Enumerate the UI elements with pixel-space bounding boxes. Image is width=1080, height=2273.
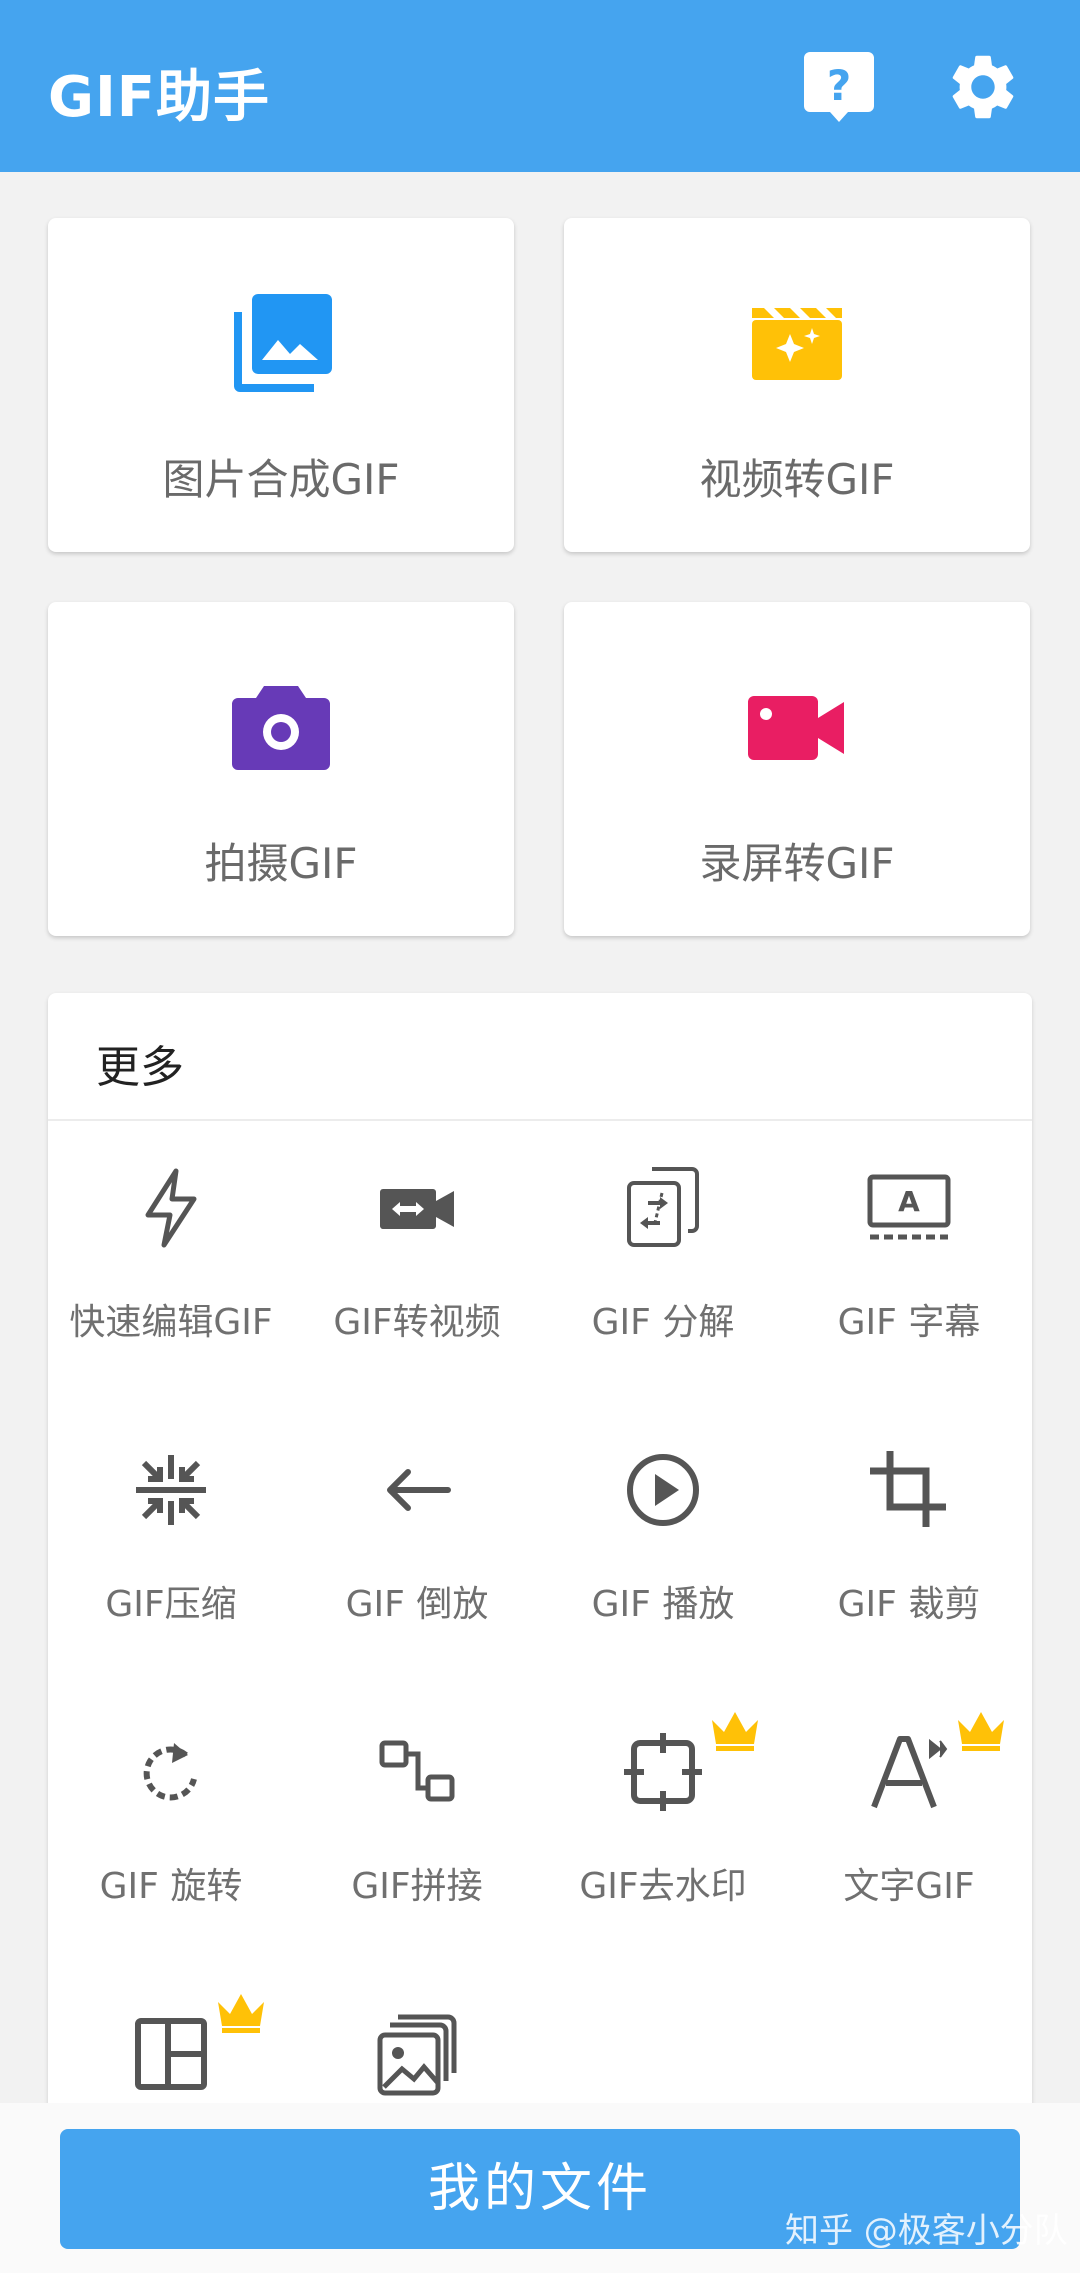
layout-icon <box>135 2018 207 2090</box>
tool-gif-crop[interactable]: GIF 裁剪 <box>786 1405 1032 1685</box>
more-panel: 更多 快速编辑GIF GIF转视频 GIF 分解 A GIF 字幕 GIF压缩 … <box>48 993 1032 2143</box>
camera-icon <box>232 686 330 770</box>
tool-label: GIF 播放 <box>591 1584 735 1625</box>
card-label: 录屏转GIF <box>699 839 895 888</box>
rotate-icon <box>143 1743 197 1801</box>
help-button[interactable]: ? <box>800 48 878 126</box>
settings-button[interactable] <box>944 48 1022 126</box>
crop-icon <box>870 1451 946 1527</box>
tool-gif-subtitles[interactable]: A GIF 字幕 <box>786 1123 1032 1403</box>
watermark-text: 知乎 @极客小分队 <box>785 2211 1068 2251</box>
tool-label: GIF 旋转 <box>99 1866 243 1907</box>
gear-icon <box>952 55 1014 119</box>
svg-text:A: A <box>898 1185 920 1218</box>
app-title: GIF助手 <box>48 65 271 130</box>
tool-label: GIF 倒放 <box>345 1584 489 1625</box>
tool-gif-reverse[interactable]: GIF 倒放 <box>294 1405 540 1685</box>
movie-sparkle-icon <box>752 308 842 380</box>
arrow-left-icon <box>387 1469 451 1511</box>
video-convert-icon <box>380 1189 454 1229</box>
tool-label: GIF压缩 <box>105 1584 237 1625</box>
card-screen-record-gif[interactable]: 录屏转GIF <box>564 602 1030 936</box>
tool-label: 文字GIF <box>843 1866 975 1907</box>
join-icon <box>379 1740 455 1802</box>
photo-library-icon <box>234 294 332 392</box>
image-stack-icon <box>377 2014 457 2096</box>
tool-label: 快速编辑GIF <box>69 1302 273 1343</box>
premium-crown-icon <box>712 1712 758 1751</box>
play-circle-icon <box>627 1454 699 1526</box>
premium-crown-icon <box>218 1994 264 2033</box>
divider <box>48 1119 1032 1121</box>
card-video-to-gif[interactable]: 视频转GIF <box>564 218 1030 552</box>
tool-label: GIF 分解 <box>591 1302 735 1343</box>
tool-gif-play[interactable]: GIF 播放 <box>540 1405 786 1685</box>
tool-label: GIF去水印 <box>579 1866 747 1907</box>
tool-gif-rotate[interactable]: GIF 旋转 <box>48 1687 294 1967</box>
tool-label: GIF拼接 <box>351 1866 483 1907</box>
section-title: 更多 <box>96 1042 184 1093</box>
tool-label: GIF 裁剪 <box>837 1584 981 1625</box>
card-label: 拍摄GIF <box>204 839 358 888</box>
tool-gif-compress[interactable]: GIF压缩 <box>48 1405 294 1685</box>
split-icon <box>627 1167 699 1247</box>
card-images-to-gif[interactable]: 图片合成GIF <box>48 218 514 552</box>
premium-crown-icon <box>958 1712 1004 1751</box>
tool-label: GIF 字幕 <box>837 1302 981 1343</box>
svg-text:?: ? <box>827 61 851 110</box>
subtitles-icon: A <box>867 1174 951 1240</box>
tool-gif-to-video[interactable]: GIF转视频 <box>294 1123 540 1403</box>
compress-icon <box>136 1455 206 1525</box>
app-bar: GIF助手 ? <box>0 0 1080 172</box>
tool-gif-join[interactable]: GIF拼接 <box>294 1687 540 1967</box>
text-icon <box>871 1736 948 1809</box>
tool-gif-split[interactable]: GIF 分解 <box>540 1123 786 1403</box>
tool-quick-edit[interactable]: 快速编辑GIF <box>48 1123 294 1403</box>
flash-icon <box>145 1168 197 1248</box>
watermark-remove-icon <box>624 1733 702 1811</box>
videocam-icon <box>748 696 844 760</box>
tool-label: GIF转视频 <box>333 1302 501 1343</box>
card-capture-gif[interactable]: 拍摄GIF <box>48 602 514 936</box>
card-label: 图片合成GIF <box>162 455 400 504</box>
card-label: 视频转GIF <box>699 455 895 504</box>
help-icon: ? <box>804 52 874 122</box>
